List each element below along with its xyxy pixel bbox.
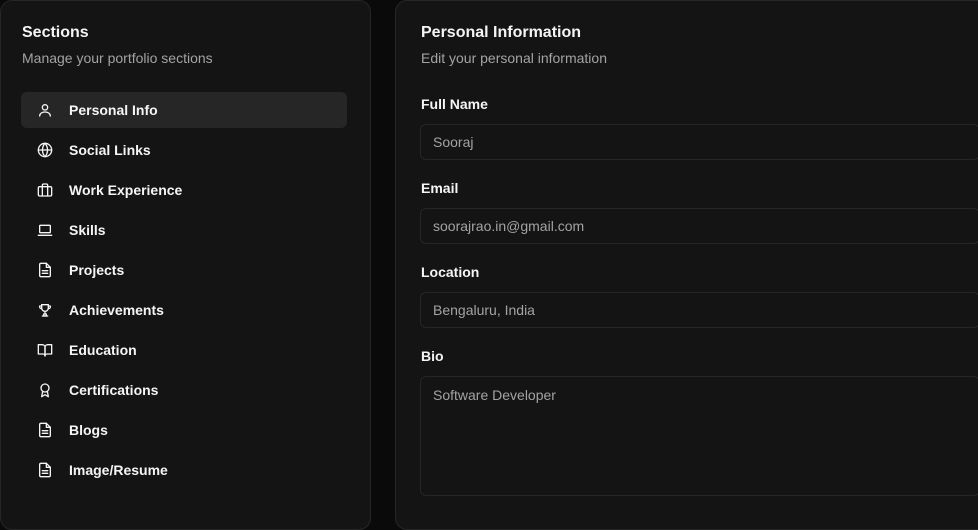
page-subtitle: Edit your personal information	[421, 50, 607, 66]
sidebar-item-label: Certifications	[69, 382, 159, 398]
sidebar-item-label: Skills	[69, 222, 106, 238]
sidebar-item-label: Work Experience	[69, 182, 183, 198]
sidebar-item-skills[interactable]: Skills	[21, 212, 347, 248]
sidebar-item-projects[interactable]: Projects	[21, 252, 347, 288]
sidebar-title: Sections	[22, 24, 89, 41]
sidebar-item-blogs[interactable]: Blogs	[21, 412, 347, 448]
file-text-icon	[37, 262, 53, 278]
laptop-icon	[37, 222, 53, 238]
file-text-icon	[37, 462, 53, 478]
sidebar-item-label: Social Links	[69, 142, 151, 158]
bio-label: Bio	[421, 348, 444, 364]
sidebar-item-personal-info[interactable]: Personal Info	[21, 92, 347, 128]
sidebar-item-label: Achievements	[69, 302, 164, 318]
full-name-input[interactable]	[420, 124, 978, 160]
trophy-icon	[37, 302, 53, 318]
bio-textarea[interactable]: Software Developer	[420, 376, 978, 496]
briefcase-icon	[37, 182, 53, 198]
sidebar-item-label: Blogs	[69, 422, 108, 438]
page-title: Personal Information	[421, 24, 582, 41]
sidebar-item-work-experience[interactable]: Work Experience	[21, 172, 347, 208]
file-text-icon	[37, 422, 53, 438]
personal-information-panel: Personal Information Edit your personal …	[395, 0, 978, 530]
full-name-label: Full Name	[421, 96, 488, 112]
sidebar-item-achievements[interactable]: Achievements	[21, 292, 347, 328]
award-icon	[37, 382, 53, 398]
sidebar-item-label: Projects	[69, 262, 125, 278]
sidebar-item-label: Personal Info	[69, 102, 158, 118]
location-label: Location	[421, 264, 480, 280]
sidebar-item-certifications[interactable]: Certifications	[21, 372, 347, 408]
location-input[interactable]	[420, 292, 978, 328]
email-label: Email	[421, 180, 459, 196]
globe-icon	[37, 142, 53, 158]
sidebar-item-social-links[interactable]: Social Links	[21, 132, 347, 168]
sidebar-subtitle: Manage your portfolio sections	[22, 50, 213, 66]
email-input[interactable]	[420, 208, 978, 244]
sidebar-item-image-resume[interactable]: Image/Resume	[21, 452, 347, 488]
sidebar-item-education[interactable]: Education	[21, 332, 347, 368]
sidebar-item-label: Image/Resume	[69, 462, 168, 478]
user-icon	[37, 102, 53, 118]
sections-sidebar: Sections Manage your portfolio sections …	[0, 0, 371, 530]
sidebar-item-label: Education	[69, 342, 137, 358]
book-open-icon	[37, 342, 53, 358]
